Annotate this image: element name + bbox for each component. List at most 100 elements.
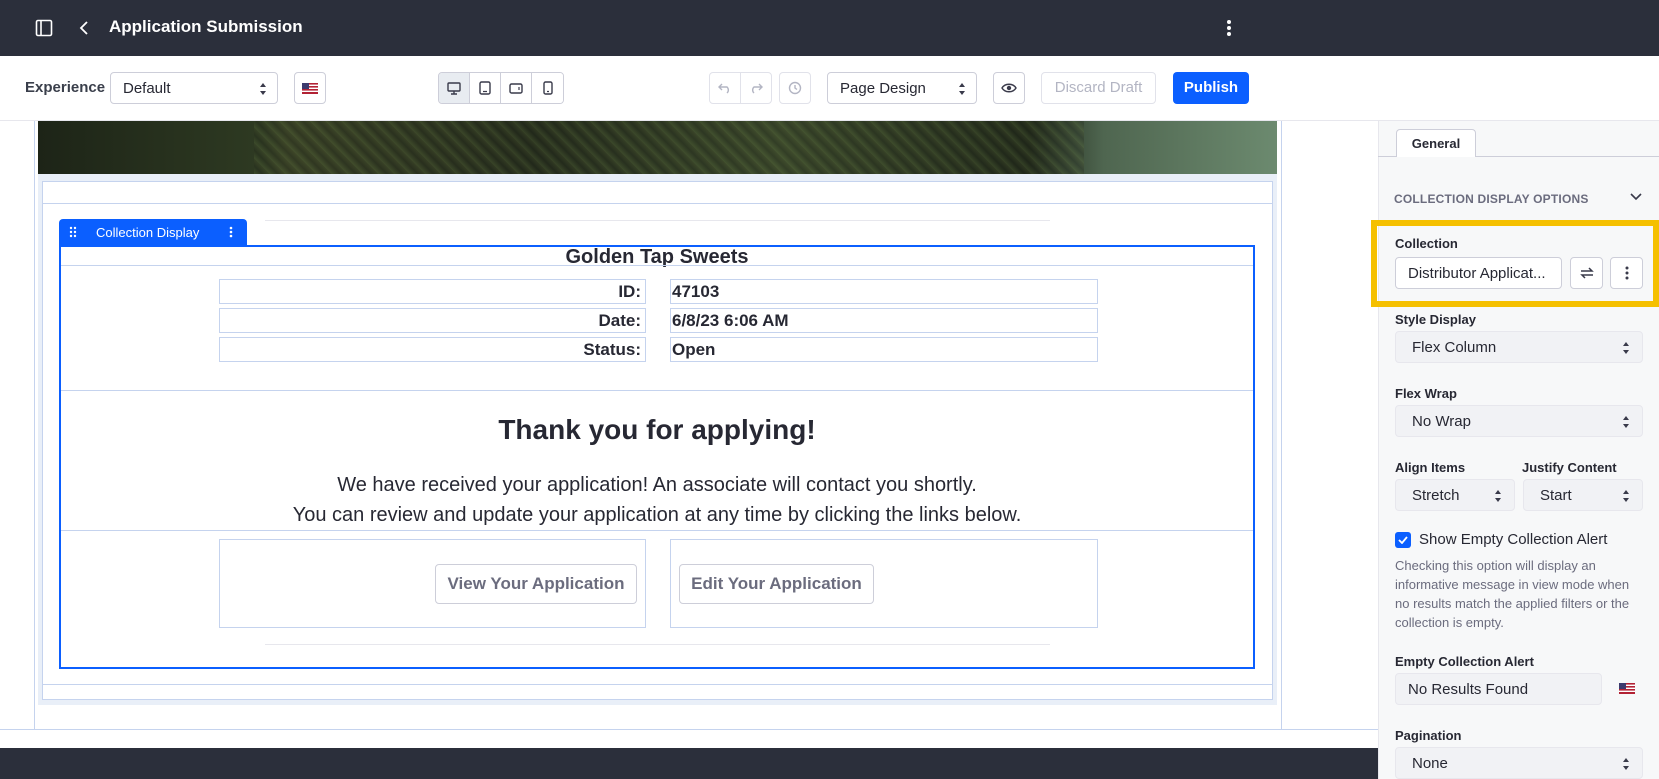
separator	[265, 220, 1050, 221]
row-divider	[42, 203, 1273, 204]
section-title[interactable]: COLLECTION DISPLAY OPTIONS	[1394, 192, 1589, 206]
page-footer	[0, 748, 1378, 779]
show-empty-alert-label[interactable]: Show Empty Collection Alert	[1419, 531, 1607, 548]
landscape-view-button[interactable]	[501, 73, 532, 103]
info-value: 47103	[670, 279, 1098, 304]
collection-display-tab[interactable]: Collection Display	[59, 219, 247, 245]
page-mode-select[interactable]: Page Design	[827, 72, 977, 104]
checkmark-icon	[1398, 536, 1408, 544]
canvas-guide-left	[34, 121, 35, 729]
empty-alert-input[interactable]: No Results Found	[1395, 673, 1602, 705]
preview-button[interactable]	[993, 72, 1025, 104]
collection-options-button[interactable]	[1610, 257, 1643, 289]
discard-draft-button[interactable]: Discard Draft	[1041, 72, 1156, 104]
select-arrows-icon	[1623, 342, 1629, 354]
kebab-icon	[1625, 266, 1628, 280]
confirmation-message-line1: We have received your application! An as…	[337, 474, 977, 496]
undo-icon	[718, 83, 729, 94]
select-arrows-icon	[1495, 490, 1501, 502]
info-row-status: Status: Open	[219, 337, 1098, 362]
hero-texture	[254, 121, 1084, 174]
experience-select[interactable]: Default	[110, 72, 278, 104]
info-label: Status:	[219, 337, 646, 362]
collection-selector-input[interactable]: Distributor Applicat...	[1395, 257, 1562, 289]
align-items-label: Align Items	[1395, 460, 1466, 475]
eye-icon	[1001, 83, 1017, 93]
row-divider	[61, 265, 1253, 266]
canvas-guide-bottom	[0, 729, 1378, 730]
desktop-icon	[447, 81, 461, 95]
info-row-id: ID: 47103	[219, 279, 1098, 304]
landscape-phone-icon	[509, 82, 523, 94]
portrait-phone-icon	[542, 81, 553, 95]
info-label: Date:	[219, 308, 646, 333]
flex-wrap-label: Flex Wrap	[1395, 386, 1457, 401]
align-items-value: Stretch	[1412, 487, 1460, 504]
select-arrows-icon	[1623, 416, 1629, 428]
edit-application-button[interactable]: Edit Your Application	[679, 564, 874, 604]
page-title: Application Submission	[109, 17, 303, 36]
flex-wrap-value: No Wrap	[1412, 413, 1471, 430]
redo-button[interactable]	[740, 72, 772, 104]
swap-arrows-icon	[1579, 267, 1594, 279]
confirmation-message-line2: You can review and update your applicati…	[292, 504, 1022, 526]
show-empty-alert-help: Checking this option will display an inf…	[1395, 558, 1630, 630]
info-label: ID:	[219, 279, 646, 304]
chevron-down-icon[interactable]	[1630, 193, 1642, 201]
experience-select-value: Default	[123, 80, 171, 97]
justify-content-select[interactable]: Start	[1523, 479, 1643, 511]
pagination-select[interactable]: None	[1395, 747, 1643, 779]
select-arrows-icon	[1623, 758, 1629, 770]
justify-content-value: Start	[1540, 487, 1572, 504]
style-display-select[interactable]: Flex Column	[1395, 331, 1643, 363]
show-empty-alert-checkbox[interactable]	[1395, 532, 1411, 548]
redo-icon	[752, 83, 763, 94]
style-display-value: Flex Column	[1412, 339, 1497, 356]
options-kebab-icon[interactable]	[1215, 14, 1243, 42]
info-value: 6/8/23 6:06 AM	[670, 308, 1098, 333]
tablet-icon	[479, 81, 491, 95]
page-mode-select-value: Page Design	[840, 80, 926, 97]
collection-label: Collection	[1395, 236, 1458, 251]
select-arrows-icon	[1623, 490, 1629, 502]
style-display-label: Style Display	[1395, 312, 1476, 327]
empty-alert-label: Empty Collection Alert	[1395, 654, 1534, 669]
info-row-date: Date: 6/8/23 6:06 AM	[219, 308, 1098, 333]
portrait-view-button[interactable]	[532, 73, 563, 103]
us-flag-icon	[302, 82, 318, 94]
select-arrows-icon	[260, 83, 266, 95]
info-value: Open	[670, 337, 1098, 362]
hero-image	[38, 121, 1277, 174]
canvas-guide-right	[1281, 121, 1282, 729]
top-header: Application Submission	[0, 0, 1659, 56]
separator	[265, 644, 1050, 645]
desktop-view-button[interactable]	[439, 73, 470, 103]
view-application-button[interactable]: View Your Application	[435, 564, 637, 604]
device-preview-group	[438, 72, 564, 104]
history-button[interactable]	[779, 72, 811, 104]
thank-you-heading: Thank you for applying!	[498, 414, 816, 445]
row-divider	[61, 390, 1253, 391]
justify-content-label: Justify Content	[1522, 460, 1617, 475]
select-arrows-icon	[959, 83, 965, 95]
language-flag-button[interactable]	[294, 72, 326, 104]
tablet-view-button[interactable]	[470, 73, 501, 103]
pagination-label: Pagination	[1395, 728, 1462, 743]
experience-label: Experience	[25, 79, 106, 96]
change-collection-button[interactable]	[1570, 257, 1603, 289]
sidebar-toggle-icon[interactable]	[30, 14, 58, 42]
pagination-value: None	[1412, 755, 1448, 772]
flex-wrap-select[interactable]: No Wrap	[1395, 405, 1643, 437]
history-clock-icon	[788, 81, 802, 95]
publish-button[interactable]: Publish	[1173, 72, 1249, 104]
back-chevron-icon[interactable]	[70, 14, 98, 42]
us-flag-icon[interactable]	[1619, 683, 1635, 694]
fragment-options-icon[interactable]	[229, 226, 233, 238]
row-divider	[61, 530, 1253, 531]
undo-button[interactable]	[709, 72, 741, 104]
tab-general[interactable]: General	[1396, 129, 1476, 157]
row-divider	[42, 684, 1273, 685]
collection-display-label: Collection Display	[96, 225, 200, 240]
align-items-select[interactable]: Stretch	[1395, 479, 1515, 511]
drag-handle-icon[interactable]	[69, 226, 77, 238]
